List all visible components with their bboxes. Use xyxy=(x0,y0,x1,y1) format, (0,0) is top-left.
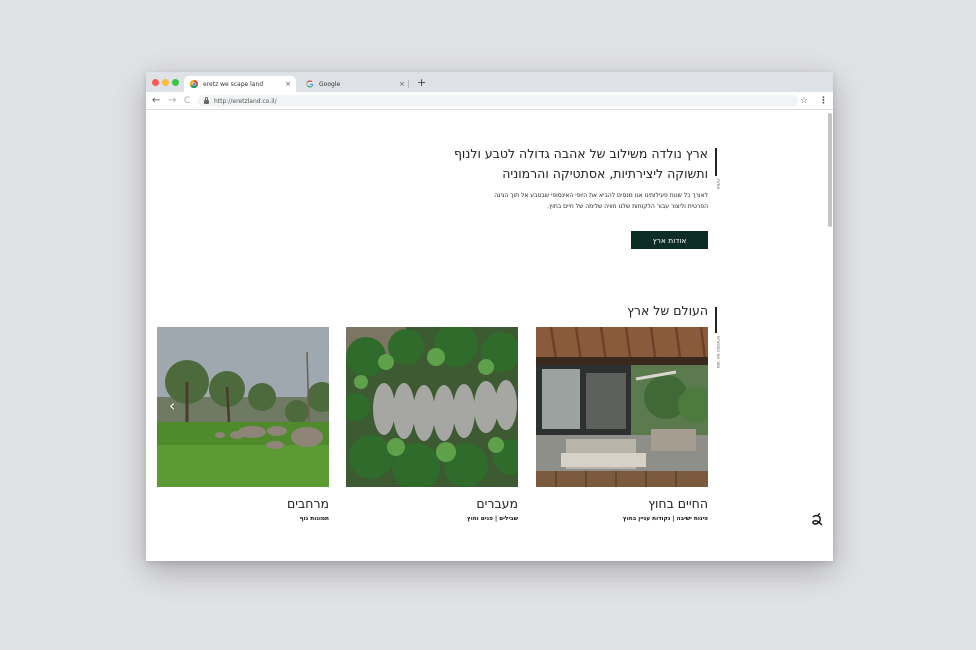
tab-title: Google xyxy=(319,80,341,88)
tab-separator xyxy=(408,80,409,88)
about-heading: ארץ נולדה משילוב של אהבה גדולה לטבע ולנו… xyxy=(418,144,708,184)
scrollbar-thumb[interactable] xyxy=(828,113,832,227)
carousel-prev-arrow-icon[interactable]: ‹ xyxy=(169,397,175,415)
forward-button[interactable]: → xyxy=(168,95,176,107)
maximize-window-button[interactable] xyxy=(172,79,179,86)
tab-close-icon[interactable]: × xyxy=(283,80,293,88)
card-title: מעברים xyxy=(476,496,518,511)
tab-close-icon[interactable]: × xyxy=(397,80,407,88)
card-subtitle: שבילים | פנים וחוץ xyxy=(466,516,518,522)
back-button[interactable]: ← xyxy=(152,95,160,107)
tab-google[interactable]: Google × xyxy=(300,76,410,92)
tab-eretz[interactable]: eretz we scape land × xyxy=(184,76,296,92)
google-g-icon xyxy=(306,80,314,88)
about-side-label: אודות xyxy=(716,179,721,190)
card-subtitle: תמונות נוף xyxy=(299,516,329,522)
world-accent-bar xyxy=(715,307,717,333)
chrome-icon xyxy=(190,80,198,88)
lock-icon xyxy=(204,97,209,104)
world-side-label: ספר את הסיפורים xyxy=(716,336,721,369)
about-paragraph-line: לאורך כל שנות פעילותינו אנו מנסים להביא … xyxy=(494,192,708,199)
tab-title: eretz we scape land xyxy=(203,80,264,88)
card-title: מרחבים xyxy=(286,496,329,511)
new-tab-button[interactable]: + xyxy=(417,77,426,89)
landscape-lawn-image xyxy=(157,327,337,487)
card-passages[interactable]: מעברים שבילים | פנים וחוץ xyxy=(342,323,529,524)
about-heading-line: ותשוקה ליצירתיות, אסתטיקה והרמוניה xyxy=(502,166,708,181)
pergola-patio-image xyxy=(536,326,714,487)
reload-button[interactable]: C xyxy=(184,95,190,107)
about-accent-bar xyxy=(715,148,717,176)
browser-window: eretz we scape land × Google × + ← → C h… xyxy=(146,72,833,561)
page-viewport: ארץ נולדה משילוב של אהבה גדולה לטבע ולנו… xyxy=(146,111,833,561)
about-eretz-button[interactable]: אודות ארץ xyxy=(631,231,708,249)
browser-toolbar: ← → C http://eretzland.co.il/ ☆ ⋮ xyxy=(146,92,833,110)
card-subtitle: פינות ישיבה | נקודות עניין בחוץ xyxy=(622,516,708,522)
world-title: העולם של ארץ xyxy=(627,303,708,318)
garden-path-image xyxy=(342,323,529,491)
about-heading-line: ארץ נולדה משילוב של אהבה גדולה לטבע ולנו… xyxy=(453,146,708,161)
eretz-logo-icon xyxy=(812,513,823,526)
address-bar[interactable]: http://eretzland.co.il/ xyxy=(198,95,798,107)
close-window-button[interactable] xyxy=(152,79,159,86)
about-paragraph: לאורך כל שנות פעילותינו אנו מנסים להביא … xyxy=(408,190,708,212)
browser-menu-icon[interactable]: ⋮ xyxy=(819,95,828,107)
card-outdoor-living[interactable]: החיים בחוץ פינות ישיבה | נקודות עניין בח… xyxy=(536,326,714,524)
url-text: http://eretzland.co.il/ xyxy=(214,97,277,105)
minimize-window-button[interactable] xyxy=(162,79,169,86)
about-paragraph-line: הפרטית וליצור עבור הלקוחות שלנו חוויה של… xyxy=(547,203,708,210)
tab-strip: eretz we scape land × Google × + xyxy=(146,72,833,92)
card-spaces[interactable]: מרחבים תמונות נוף xyxy=(157,327,337,524)
bookmark-star-icon[interactable]: ☆ xyxy=(800,95,808,107)
card-title: החיים בחוץ xyxy=(648,496,708,511)
